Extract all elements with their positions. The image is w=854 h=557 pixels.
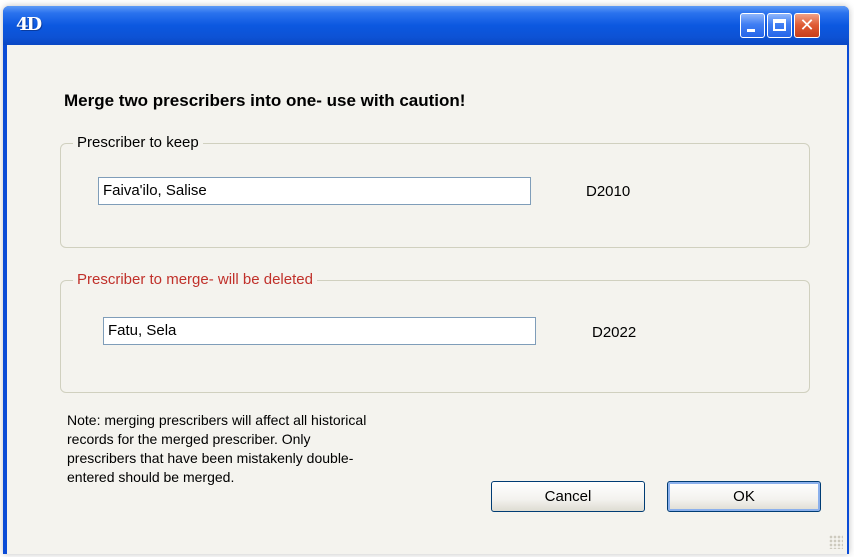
minimize-icon <box>747 29 755 32</box>
prescriber-to-merge-field[interactable]: Fatu, Sela <box>103 317 536 345</box>
minimize-button[interactable] <box>740 13 765 38</box>
prescriber-to-keep-legend: Prescriber to keep <box>73 134 203 152</box>
note-line: prescribers that have been mistakenly do… <box>67 450 354 466</box>
prescriber-to-merge-legend: Prescriber to merge- will be deleted <box>73 271 317 289</box>
note-line: records for the merged prescriber. Only <box>67 431 311 447</box>
maximize-icon <box>773 19 786 31</box>
merge-prescribers-window: 4D ✕ Merge two prescribers into one- use… <box>3 6 849 554</box>
prescriber-to-keep-field[interactable]: Faiva'ilo, Salise <box>98 177 531 205</box>
note-line: Note: merging prescribers will affect al… <box>67 412 367 428</box>
dialog-heading: Merge two prescribers into one- use with… <box>64 91 466 110</box>
ok-button[interactable]: OK <box>667 481 821 512</box>
cancel-button[interactable]: Cancel <box>491 481 645 512</box>
4d-app-icon: 4D <box>16 14 42 35</box>
merge-warning-note: Note: merging prescribers will affect al… <box>67 411 457 487</box>
close-button[interactable]: ✕ <box>794 13 820 38</box>
prescriber-to-keep-code: D2010 <box>586 183 631 200</box>
prescriber-to-merge-code: D2022 <box>592 324 637 341</box>
dialog-body: Merge two prescribers into one- use with… <box>7 45 847 554</box>
maximize-button[interactable] <box>767 13 792 38</box>
resize-grip[interactable] <box>829 535 843 549</box>
close-icon: ✕ <box>799 15 815 36</box>
note-line: entered should be merged. <box>67 469 235 485</box>
title-bar[interactable]: 4D ✕ <box>3 6 849 45</box>
